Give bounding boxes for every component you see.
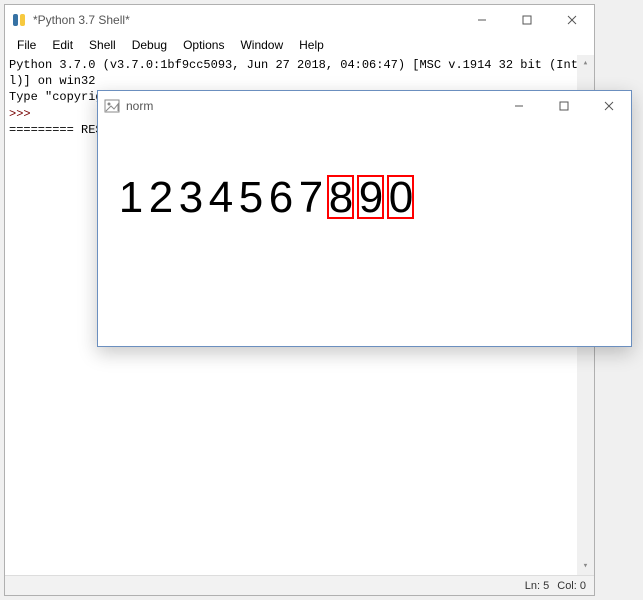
close-button[interactable] (586, 91, 631, 121)
digit-7: 7 (296, 173, 326, 223)
maximize-button[interactable] (504, 5, 549, 35)
menu-window[interactable]: Window (232, 36, 291, 54)
norm-window: norm 1234567890 (97, 90, 632, 347)
detect-box (387, 175, 414, 219)
menu-file[interactable]: File (9, 36, 44, 54)
shell-restart-line: ========= REST (9, 123, 110, 137)
status-line: Ln: 5 (525, 580, 549, 592)
digit-3: 3 (176, 173, 206, 223)
detect-box (357, 175, 384, 219)
close-button[interactable] (549, 5, 594, 35)
shell-title: *Python 3.7 Shell* (33, 13, 459, 27)
digit-0: 0 (386, 173, 416, 223)
shell-line1: Python 3.7.0 (v3.7.0:1bf9cc5093, Jun 27 … (9, 58, 585, 88)
digit-row: 1234567890 (116, 173, 416, 223)
detect-box (327, 175, 354, 219)
shell-prompt: >>> (9, 107, 31, 121)
shell-menubar: File Edit Shell Debug Options Window Hel… (5, 35, 594, 55)
scroll-down-icon[interactable]: ▾ (577, 558, 594, 575)
menu-edit[interactable]: Edit (44, 36, 81, 54)
digit-4: 4 (206, 173, 236, 223)
minimize-button[interactable] (496, 91, 541, 121)
norm-image-canvas: 1234567890 (98, 121, 631, 346)
digit-6: 6 (266, 173, 296, 223)
menu-help[interactable]: Help (291, 36, 332, 54)
norm-title: norm (126, 99, 496, 113)
shell-window-controls (459, 5, 594, 35)
status-col: Col: 0 (557, 580, 586, 592)
scroll-up-icon[interactable]: ▴ (577, 55, 594, 72)
menu-options[interactable]: Options (175, 36, 232, 54)
shell-titlebar[interactable]: *Python 3.7 Shell* (5, 5, 594, 35)
menu-shell[interactable]: Shell (81, 36, 124, 54)
digit-5: 5 (236, 173, 266, 223)
shell-statusbar: Ln: 5 Col: 0 (5, 575, 594, 595)
minimize-button[interactable] (459, 5, 504, 35)
digit-2: 2 (146, 173, 176, 223)
digit-8: 8 (326, 173, 356, 223)
menu-debug[interactable]: Debug (124, 36, 175, 54)
digit-9: 9 (356, 173, 386, 223)
image-icon (104, 98, 120, 114)
maximize-button[interactable] (541, 91, 586, 121)
norm-titlebar[interactable]: norm (98, 91, 631, 121)
digit-1: 1 (116, 173, 146, 223)
norm-window-controls (496, 91, 631, 121)
python-icon (11, 12, 27, 28)
